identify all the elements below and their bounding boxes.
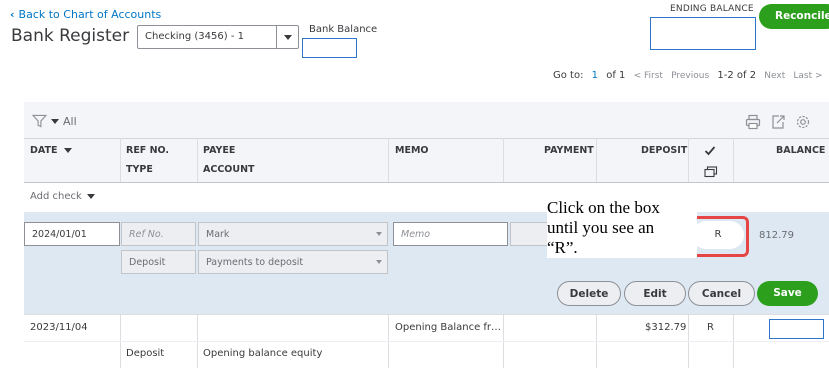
- ending-balance-field[interactable]: [650, 17, 756, 50]
- checkmark-icon: [704, 146, 716, 156]
- row-deposit[interactable]: $312.79: [645, 322, 686, 333]
- ending-balance-label: ENDING BALANCE: [670, 4, 754, 14]
- export-icon[interactable]: [770, 114, 786, 130]
- bank-balance-field[interactable]: [302, 38, 357, 58]
- annotation-line-1: Click on the box: [547, 198, 697, 218]
- edit-row-balance: 812.79: [759, 230, 794, 241]
- column-header-ref-no: REF NO.: [126, 145, 170, 156]
- column-header-deposit: DEPOSIT: [641, 145, 688, 156]
- column-header-balance: BALANCE: [776, 145, 826, 156]
- chevron-down-icon: [376, 232, 382, 236]
- goto-label: Go to:: [553, 70, 584, 81]
- chevron-down-icon: [376, 260, 382, 264]
- filter-dropdown[interactable]: All: [32, 114, 77, 128]
- row-type: Deposit: [126, 348, 165, 359]
- bank-balance-label: Bank Balance: [309, 24, 378, 35]
- type-field: Deposit: [121, 250, 196, 274]
- pagination: Go to: 1 of 1 < First Previous 1-2 of 2 …: [553, 70, 823, 81]
- date-header-label: DATE: [30, 145, 58, 156]
- delete-button[interactable]: Delete: [557, 281, 621, 306]
- column-header-memo: MEMO: [395, 145, 429, 156]
- back-link-label: Back to Chart of Accounts: [18, 8, 162, 21]
- copy-icon[interactable]: [704, 166, 718, 181]
- row-account[interactable]: Opening balance equity: [203, 348, 322, 359]
- column-header-check-icon: [704, 145, 716, 159]
- account-select[interactable]: Checking (3456) - 1: [137, 25, 299, 49]
- column-divider: [733, 138, 734, 182]
- account-select-row[interactable]: Payments to deposit: [198, 250, 388, 274]
- column-header-type: TYPE: [126, 164, 153, 175]
- column-header-payee: PAYEE: [203, 145, 236, 156]
- edit-button[interactable]: Edit: [624, 281, 686, 306]
- column-divider: [388, 138, 389, 182]
- gear-icon[interactable]: [795, 114, 811, 130]
- chevron-down-icon: [51, 118, 59, 124]
- page-range: 1-2 of 2: [717, 70, 757, 81]
- ref-no-input[interactable]: Ref No.: [121, 222, 196, 246]
- register-toolbar: [745, 114, 811, 130]
- add-check-dropdown[interactable]: Add check: [30, 191, 95, 202]
- date-input[interactable]: 2024/01/01: [24, 222, 120, 246]
- add-check-label: Add check: [30, 191, 82, 202]
- page-count: of 1: [606, 70, 626, 81]
- column-divider: [197, 138, 198, 182]
- column-divider: [120, 138, 121, 182]
- sort-down-icon: [63, 148, 72, 153]
- page-title: Bank Register: [11, 26, 130, 46]
- annotation-line-3: “R”.: [547, 238, 697, 258]
- divider: [24, 182, 829, 183]
- filter-label: All: [63, 114, 77, 128]
- row-status[interactable]: R: [707, 322, 714, 333]
- row-memo[interactable]: Opening Balance fr…: [395, 322, 501, 333]
- row-balance-field[interactable]: [769, 319, 824, 339]
- cancel-button[interactable]: Cancel: [688, 281, 755, 306]
- column-header-date[interactable]: DATE: [30, 145, 72, 156]
- previous-page-link[interactable]: Previous: [671, 71, 709, 81]
- print-icon[interactable]: [745, 114, 761, 130]
- account-select-value: Checking (3456) - 1: [145, 31, 244, 42]
- page-input[interactable]: 1: [592, 70, 598, 81]
- memo-input[interactable]: Memo: [393, 222, 508, 246]
- save-button[interactable]: Save: [757, 281, 818, 306]
- column-header-payment: PAYMENT: [544, 145, 594, 156]
- reconcile-button[interactable]: Reconcile: [759, 4, 829, 29]
- divider: [24, 341, 829, 342]
- back-to-chart-of-accounts-link[interactable]: ‹ Back to Chart of Accounts: [10, 8, 161, 21]
- account-value: Payments to deposit: [206, 257, 304, 268]
- payee-select[interactable]: Mark: [198, 222, 388, 246]
- chevron-down-icon[interactable]: [276, 26, 298, 48]
- divider: [24, 314, 829, 315]
- payee-value: Mark: [206, 229, 230, 240]
- column-divider: [596, 138, 597, 182]
- chevron-down-icon: [86, 194, 95, 199]
- column-divider: [688, 138, 689, 182]
- annotation-line-2: until you see an: [547, 218, 697, 238]
- first-page-link[interactable]: < First: [634, 71, 663, 81]
- row-date[interactable]: 2023/11/04: [30, 322, 88, 333]
- highlight-box: [688, 216, 749, 257]
- column-divider: [503, 138, 504, 182]
- last-page-link[interactable]: Last >: [793, 71, 822, 81]
- divider: [24, 138, 829, 139]
- instruction-annotation: Click on the box until you see an “R”.: [547, 198, 697, 258]
- filter-icon: [32, 114, 47, 128]
- chevron-left-icon: ‹: [10, 8, 15, 21]
- column-header-account: ACCOUNT: [203, 164, 255, 175]
- next-page-link[interactable]: Next: [764, 71, 785, 81]
